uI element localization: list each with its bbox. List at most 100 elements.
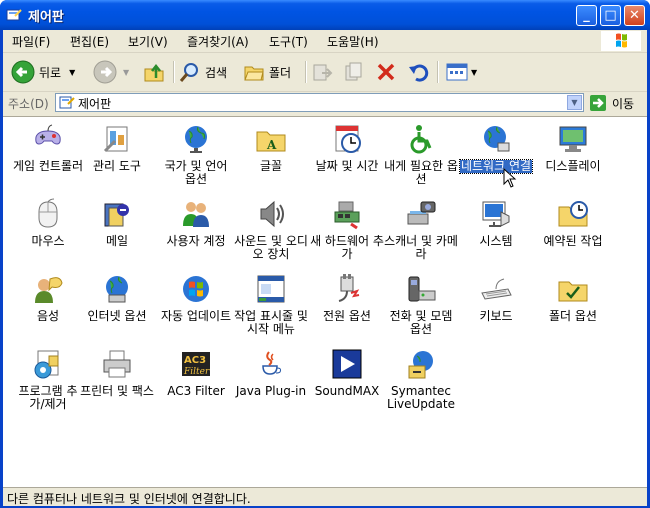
cp-item[interactable]: 예약된 작업	[535, 198, 611, 248]
cp-item[interactable]: 국가 및 언어 옵션	[158, 123, 234, 186]
display-icon	[559, 126, 587, 152]
back-dropdown-icon[interactable]: ▼	[69, 68, 75, 77]
cp-item[interactable]: 음성	[10, 273, 86, 323]
move-to-button[interactable]	[311, 59, 333, 85]
cp-item[interactable]: 프린터 및 팩스	[79, 348, 155, 398]
folder-up-icon	[144, 63, 164, 82]
svg-text:AC3: AC3	[184, 355, 206, 366]
forward-arrow-icon	[93, 60, 117, 84]
cp-item[interactable]: 사운드 및 오디오 장치	[233, 198, 309, 261]
close-button[interactable]: ✕	[624, 5, 645, 26]
cp-item[interactable]: 날짜 및 시간	[309, 123, 385, 173]
up-button[interactable]	[143, 59, 165, 85]
go-button[interactable]: 이동	[589, 94, 634, 112]
phone-modem-icon	[408, 276, 436, 302]
cp-item[interactable]: 전화 및 모뎀 옵션	[383, 273, 459, 336]
window-frame: 파일(F) 편집(E) 보기(V) 즐겨찾기(A) 도구(T) 도움말(H) 뒤…	[3, 30, 647, 506]
svg-text:A: A	[266, 138, 277, 152]
add-remove-icon	[34, 350, 59, 379]
undo-button[interactable]	[407, 59, 429, 85]
cp-item[interactable]: 키보드	[458, 273, 534, 323]
accessibility-icon	[410, 125, 432, 154]
cp-item-label: 네트워크 연결	[458, 159, 534, 174]
cp-item[interactable]: Java Plug-in	[233, 348, 309, 398]
globe-icon	[185, 126, 207, 153]
cp-item[interactable]: 프로그램 추가/제거	[10, 348, 86, 411]
cp-item[interactable]: 전원 옵션	[309, 273, 385, 323]
delete-x-icon	[377, 63, 395, 81]
system-icon	[482, 201, 510, 227]
views-dropdown-icon[interactable]: ▼	[471, 68, 477, 77]
power-icon	[338, 274, 360, 302]
cp-item-label: 글꼴	[259, 159, 283, 173]
control-panel-items: 게임 컨트롤러 관리 도구 국가 및 언어 옵션 A 글꼴 날짜 및 시간 내게 필요한 옵…	[3, 116, 647, 487]
cp-item[interactable]: 게임 컨트롤러	[10, 123, 86, 173]
address-field[interactable]: 제어판 ▼	[55, 93, 584, 112]
cp-item[interactable]: 네트워크 연결	[458, 123, 534, 174]
menu-favorites[interactable]: 즐겨찾기(A)	[187, 33, 249, 50]
minimize-button[interactable]: _	[576, 5, 597, 26]
cp-item-label: Java Plug-in	[235, 384, 307, 398]
cp-item-label: 새 하드웨어 추가	[310, 234, 384, 261]
views-button[interactable]: ▼	[445, 59, 477, 85]
cp-item-label: SoundMAX	[314, 384, 380, 398]
forward-dropdown-icon[interactable]: ▼	[123, 68, 129, 77]
cp-item[interactable]: 관리 도구	[79, 123, 155, 173]
window-title: 제어판	[28, 10, 64, 25]
cp-item[interactable]: 인터넷 옵션	[79, 273, 155, 323]
cp-item[interactable]: 폴더 옵션	[535, 273, 611, 323]
cp-item[interactable]: AC3 Filter AC3 Filter	[158, 348, 234, 398]
menu-help[interactable]: 도움말(H)	[327, 33, 379, 50]
cp-item[interactable]: 시스템	[458, 198, 534, 248]
cp-item[interactable]: 새 하드웨어 추가	[309, 198, 385, 261]
address-label: 주소(D)	[8, 97, 49, 111]
speech-icon	[35, 277, 63, 303]
cp-item-label: 메일	[105, 234, 129, 248]
cp-item[interactable]: 스캐너 및 카메라	[383, 198, 459, 261]
cp-item[interactable]: 메일	[79, 198, 155, 248]
forward-button[interactable]: ▼	[93, 59, 129, 85]
cp-item[interactable]: A 글꼴	[233, 123, 309, 173]
cp-item[interactable]: 작업 표시줄 및 시작 메뉴	[233, 273, 309, 336]
speaker-icon	[260, 200, 284, 228]
search-icon	[179, 63, 198, 82]
menu-file[interactable]: 파일(F)	[12, 33, 50, 50]
hardware-icon	[334, 201, 360, 230]
cp-item-label: 프린터 및 팩스	[80, 384, 154, 398]
back-button[interactable]: 뒤로 ▼	[11, 59, 75, 85]
cp-item[interactable]: 내게 필요한 옵션	[383, 123, 459, 186]
search-button[interactable]: 검색	[179, 59, 227, 85]
copy-to-button[interactable]	[343, 59, 365, 85]
control-panel-window: 제어판 _ □ ✕ 파일(F) 편집(E) 보기(V) 즐겨찾기(A) 도구(T…	[0, 0, 650, 508]
folders-button[interactable]: 폴더	[243, 59, 291, 85]
maximize-button[interactable]: □	[600, 5, 621, 26]
cp-item-label: 스캐너 및 카메라	[384, 234, 458, 261]
address-dropdown-icon[interactable]: ▼	[567, 95, 582, 110]
cp-item-label: 국가 및 언어 옵션	[164, 159, 228, 186]
folders-label: 폴더	[269, 65, 292, 80]
cp-item[interactable]: SoundMAX	[309, 348, 385, 398]
delete-button[interactable]	[375, 59, 397, 85]
cp-item[interactable]: 자동 업데이트	[158, 273, 234, 323]
cp-item[interactable]: Symantec LiveUpdate	[383, 348, 459, 411]
folder-options-icon	[558, 281, 588, 302]
ac3-filter-icon: AC3Filter	[182, 352, 210, 377]
copy-to-icon	[345, 62, 362, 81]
toolbar-separator	[437, 61, 439, 83]
liveupdate-icon	[408, 351, 433, 379]
network-globe-icon	[484, 126, 510, 152]
cp-item[interactable]: 사용자 계정	[158, 198, 234, 248]
menu-tools[interactable]: 도구(T)	[269, 33, 308, 50]
mail-icon	[104, 203, 129, 227]
cp-item-label: 음성	[36, 309, 60, 323]
menu-edit[interactable]: 편집(E)	[70, 33, 109, 50]
internet-options-icon	[106, 276, 128, 303]
control-panel-small-icon	[59, 96, 75, 109]
menu-view[interactable]: 보기(V)	[128, 33, 168, 50]
scheduled-tasks-icon	[558, 201, 588, 227]
cp-item[interactable]: 마우스	[10, 198, 86, 248]
cp-item[interactable]: 디스플레이	[535, 123, 611, 173]
mouse-icon	[38, 198, 58, 228]
title-bar[interactable]: 제어판 _ □ ✕	[0, 0, 650, 30]
cp-item-label: 내게 필요한 옵션	[384, 159, 458, 186]
